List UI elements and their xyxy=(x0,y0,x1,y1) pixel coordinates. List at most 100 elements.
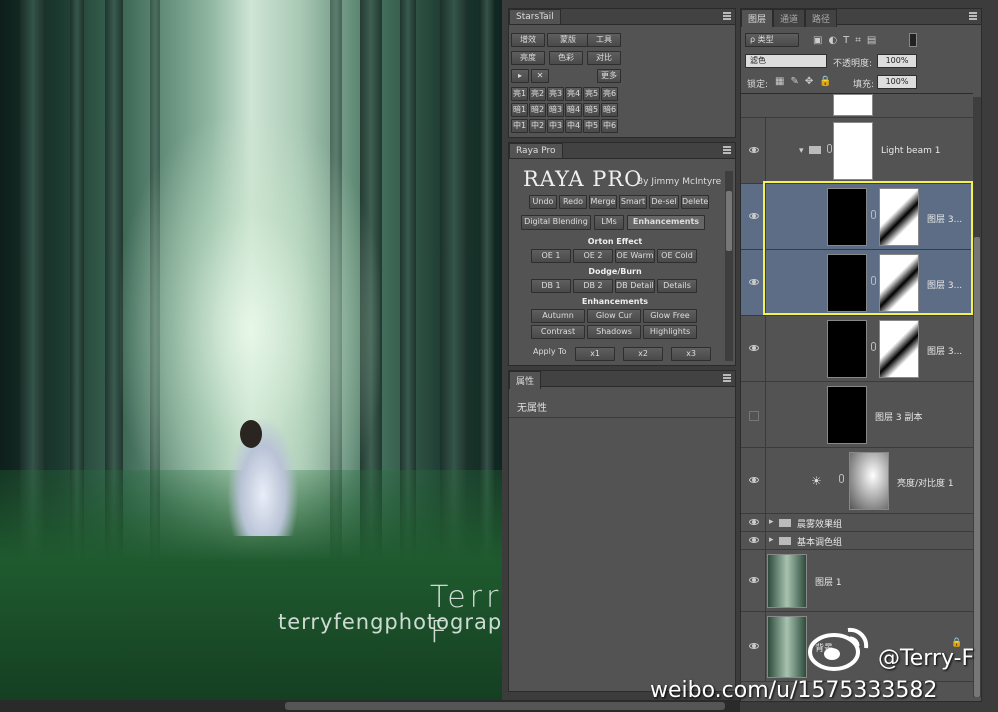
star-grid-btn[interactable]: 中3 xyxy=(547,119,564,133)
dodge-btn[interactable]: DB Details xyxy=(615,279,655,293)
star-btn-4[interactable]: 亮度 xyxy=(511,51,545,65)
layer-row[interactable]: ▾ Light beam 1 xyxy=(741,118,973,184)
tab-enhancements[interactable]: Enhancements xyxy=(627,215,705,230)
star-grid-btn[interactable]: 中5 xyxy=(583,119,600,133)
raya-byline: By Jimmy McIntyre xyxy=(637,177,722,187)
panel-menu-icon[interactable] xyxy=(723,12,731,20)
star-grid-btn[interactable]: 暗3 xyxy=(547,103,564,117)
apply-btn[interactable]: x3 xyxy=(671,347,711,361)
enh-btn[interactable]: Glow Cur xyxy=(587,309,641,323)
star-grid-btn[interactable]: 暗6 xyxy=(601,103,618,117)
enh-btn[interactable]: Contrast xyxy=(531,325,585,339)
star-grid-btn[interactable]: 暗5 xyxy=(583,103,600,117)
enh-btn[interactable]: Glow Free xyxy=(643,309,697,323)
visibility-eye-icon[interactable] xyxy=(749,345,759,351)
star-grid-btn[interactable]: 暗4 xyxy=(565,103,582,117)
raya-action-undo[interactable]: Undo xyxy=(529,195,557,209)
enh-btn[interactable]: Autumn xyxy=(531,309,585,323)
opacity-input[interactable]: 100% xyxy=(877,54,917,68)
star-grid-btn[interactable]: 亮4 xyxy=(565,87,582,101)
dodge-btn[interactable]: DB 2 xyxy=(573,279,613,293)
layer-row[interactable]: ▸ 基本调色组 xyxy=(741,532,973,550)
raya-action-merge[interactable]: Merge xyxy=(589,195,617,209)
raya-action-redo[interactable]: Redo xyxy=(559,195,587,209)
fill-input[interactable]: 100% xyxy=(877,75,917,89)
collapse-arrow-icon[interactable]: ▸ xyxy=(769,535,774,545)
tab-lms[interactable]: LMs xyxy=(594,215,624,230)
lock-icons[interactable]: ▦✎✥🔒 xyxy=(775,76,838,87)
filter-toggle[interactable] xyxy=(909,33,917,47)
panel-menu-icon[interactable] xyxy=(723,146,731,154)
orton-btn[interactable]: OE Cold xyxy=(657,249,697,263)
layer-filter-select[interactable]: ρ 类型 xyxy=(745,33,799,47)
panel-menu-icon[interactable] xyxy=(969,12,977,20)
raya-title: RAYA PRO xyxy=(523,167,643,191)
apply-btn[interactable]: x1 xyxy=(575,347,615,361)
star-grid-btn[interactable]: 中6 xyxy=(601,119,618,133)
star-grid-btn[interactable]: 暗2 xyxy=(529,103,546,117)
star-btn-close[interactable]: ✕ xyxy=(531,69,549,83)
star-grid-btn[interactable]: 亮5 xyxy=(583,87,600,101)
star-grid-btn[interactable]: 亮2 xyxy=(529,87,546,101)
filter-icons[interactable]: ▣◐T⌗▤ xyxy=(813,35,882,46)
star-btn-1[interactable]: 增效 xyxy=(511,33,545,47)
visibility-eye-icon[interactable] xyxy=(749,213,759,219)
star-grid-btn[interactable]: 中1 xyxy=(511,119,528,133)
star-grid-btn[interactable]: 中4 xyxy=(565,119,582,133)
layers-scrollbar[interactable] xyxy=(973,97,981,697)
layer-row[interactable]: ☀ 亮度/对比度 1 xyxy=(741,448,973,514)
visibility-eye-icon[interactable] xyxy=(749,537,759,543)
star-btn-more[interactable]: 更多 xyxy=(597,69,621,83)
expand-arrow-icon[interactable]: ▾ xyxy=(799,146,804,156)
tab-raya-pro[interactable]: Raya Pro xyxy=(509,143,563,158)
photo-canvas[interactable]: Terry F terryfengphotography.lofter.com xyxy=(0,0,502,700)
star-grid-btn[interactable]: 中2 xyxy=(529,119,546,133)
enh-btn[interactable]: Highlights xyxy=(643,325,697,339)
star-grid-btn[interactable]: 亮6 xyxy=(601,87,618,101)
orton-btn[interactable]: OE 2 xyxy=(573,249,613,263)
star-grid-btn[interactable]: 亮1 xyxy=(511,87,528,101)
dodge-btn[interactable]: DB 1 xyxy=(531,279,571,293)
layer-row[interactable]: 图层 3 副本 xyxy=(741,382,973,448)
selection-highlight xyxy=(763,181,973,315)
visibility-eye-icon[interactable] xyxy=(749,147,759,153)
raya-action-smart[interactable]: Smart xyxy=(619,195,647,209)
orton-btn[interactable]: OE 1 xyxy=(531,249,571,263)
tab-layers[interactable]: 图层 xyxy=(741,9,774,27)
layer-row[interactable]: 图层 3... xyxy=(741,316,973,382)
tab-channels[interactable]: 通道 xyxy=(773,9,806,27)
orton-btn[interactable]: OE Warm xyxy=(615,249,655,263)
layer-row[interactable]: 图层 1 xyxy=(741,550,973,612)
visibility-eye-icon[interactable] xyxy=(749,279,759,285)
star-btn-5[interactable]: 色彩 xyxy=(549,51,583,65)
panel-menu-icon[interactable] xyxy=(723,374,731,382)
visibility-eye-icon[interactable] xyxy=(749,519,759,525)
raya-scrollbar[interactable] xyxy=(725,171,733,361)
apply-btn[interactable]: x2 xyxy=(623,347,663,361)
raya-action-de-sel[interactable]: De-sel xyxy=(649,195,679,209)
collapse-arrow-icon[interactable]: ▸ xyxy=(769,517,774,527)
star-grid-btn[interactable]: 亮3 xyxy=(547,87,564,101)
brightness-icon: ☀ xyxy=(811,474,822,488)
tab-paths[interactable]: 路径 xyxy=(805,9,838,27)
visibility-off-box[interactable] xyxy=(749,411,759,421)
visibility-eye-icon[interactable] xyxy=(749,643,759,649)
layer-row[interactable]: ▸ 晨雾效果组 xyxy=(741,514,973,532)
tab-properties[interactable]: 属性 xyxy=(509,371,542,389)
tab-starstail[interactable]: StarsTail xyxy=(509,9,561,24)
layer-thumb xyxy=(767,616,807,678)
star-btn-play[interactable]: ▸ xyxy=(511,69,529,83)
horizontal-scrollbar[interactable] xyxy=(0,700,740,712)
layer-row-partial[interactable] xyxy=(741,94,973,118)
star-btn-6[interactable]: 对比 xyxy=(587,51,621,65)
raya-action-delete[interactable]: Delete xyxy=(681,195,709,209)
enh-btn[interactable]: Shadows xyxy=(587,325,641,339)
dodge-btn[interactable]: Details xyxy=(657,279,697,293)
blend-mode-select[interactable]: 滤色 xyxy=(745,54,827,68)
visibility-eye-icon[interactable] xyxy=(749,477,759,483)
star-btn-2[interactable]: 蒙版 xyxy=(547,33,589,47)
visibility-eye-icon[interactable] xyxy=(749,577,759,583)
star-btn-3[interactable]: 工具 xyxy=(587,33,621,47)
star-grid-btn[interactable]: 暗1 xyxy=(511,103,528,117)
tab-digital-blending[interactable]: Digital Blending xyxy=(521,215,591,230)
